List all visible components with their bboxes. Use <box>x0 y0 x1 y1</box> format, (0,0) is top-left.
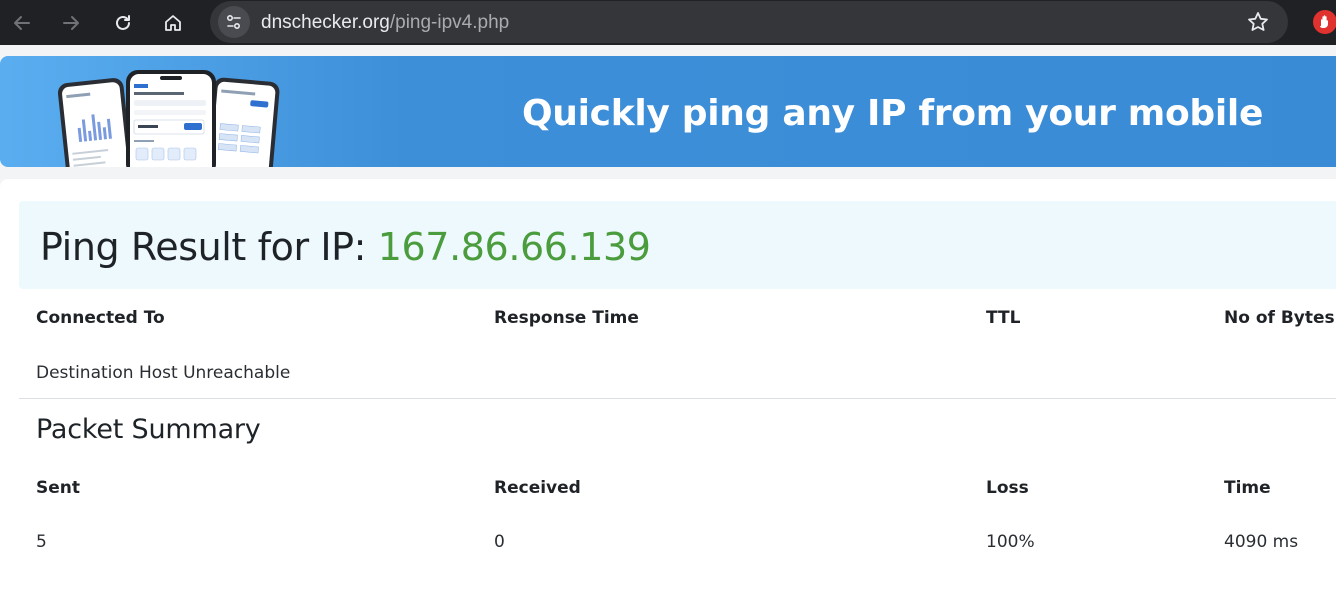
col-header-bytes: No of Bytes <box>1224 308 1335 328</box>
bookmark-button[interactable] <box>1246 10 1270 39</box>
result-title-prefix: Ping Result for IP: <box>40 225 378 269</box>
address-bar[interactable]: dnschecker.org/ping-ipv4.php <box>210 1 1288 43</box>
col-header-loss: Loss <box>986 478 1029 498</box>
url-path: /ping-ipv4.php <box>389 12 510 33</box>
home-button[interactable] <box>156 6 190 40</box>
col-header-ttl: TTL <box>986 308 1021 328</box>
banner-title: Quickly ping any IP from your mobile <box>522 93 1264 134</box>
reload-button[interactable] <box>106 6 140 40</box>
star-icon <box>1248 12 1268 31</box>
col-header-sent: Sent <box>36 478 81 498</box>
col-header-received: Received <box>494 478 581 498</box>
phone-mockups-image <box>58 70 280 167</box>
value-loss: 100% <box>986 532 1035 552</box>
value-time: 4090 ms <box>1224 532 1299 552</box>
reload-icon <box>116 15 130 30</box>
back-button[interactable] <box>5 6 39 40</box>
forward-arrow-icon <box>63 16 79 30</box>
result-title: Ping Result for IP: 167.86.66.139 <box>40 225 651 269</box>
value-received: 0 <box>494 532 505 552</box>
home-icon <box>165 15 181 31</box>
col-header-time: Time <box>1224 478 1271 498</box>
divider <box>19 398 1336 399</box>
tune-icon <box>226 14 241 30</box>
browser-toolbar: dnschecker.org/ping-ipv4.php <box>0 0 1336 45</box>
app-promo-banner[interactable]: Quickly ping any IP from your mobile <box>0 56 1336 167</box>
result-ip: 167.86.66.139 <box>377 225 651 269</box>
forward-button[interactable] <box>54 6 88 40</box>
row-connected-to: Destination Host Unreachable <box>36 363 291 383</box>
extension-button[interactable] <box>1312 9 1336 35</box>
value-sent: 5 <box>36 532 47 552</box>
adblock-hand-icon <box>1313 10 1336 34</box>
back-arrow-icon <box>14 16 30 30</box>
col-header-connected-to: Connected To <box>36 308 165 328</box>
col-header-response-time: Response Time <box>494 308 639 328</box>
url-text: dnschecker.org/ping-ipv4.php <box>261 12 509 34</box>
result-header: Ping Result for IP: 167.86.66.139 <box>19 201 1336 289</box>
site-info-button[interactable] <box>218 6 250 38</box>
url-host: dnschecker.org <box>261 12 390 33</box>
packet-summary-title: Packet Summary <box>36 414 261 445</box>
